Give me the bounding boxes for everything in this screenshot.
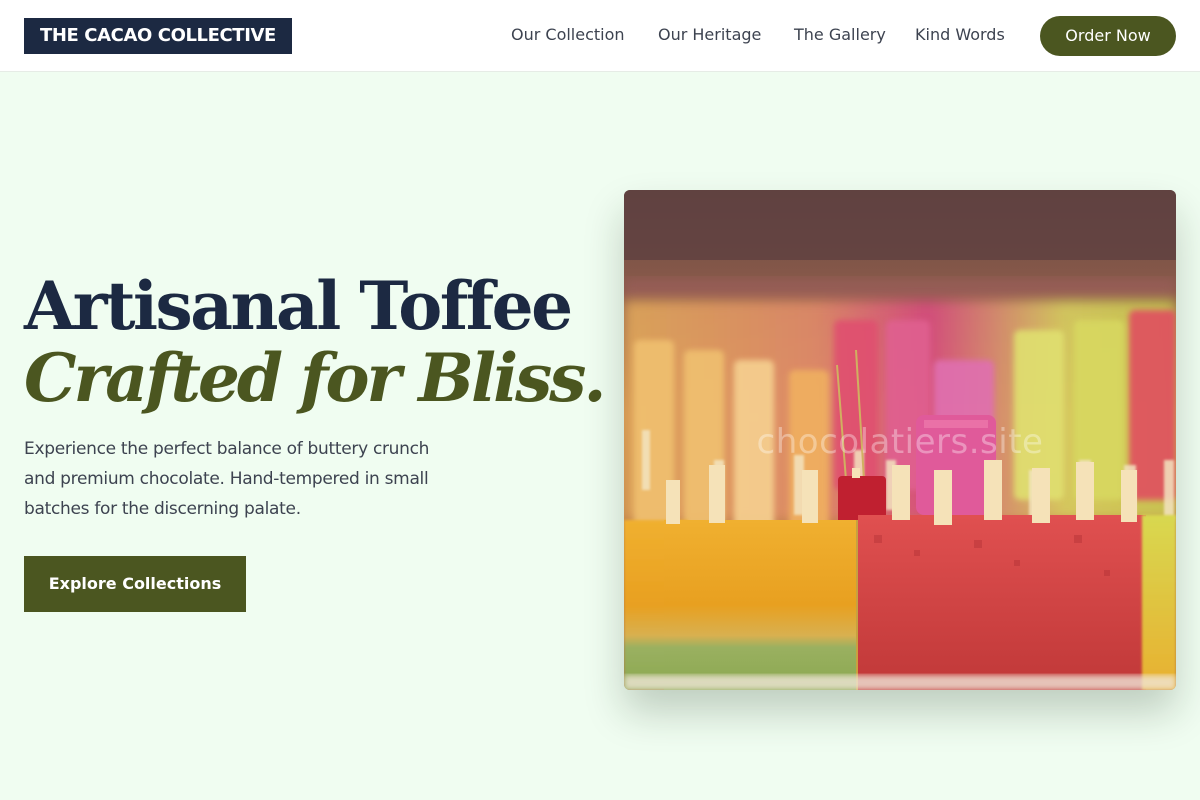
nav-link-our-collection[interactable]: Our Collection bbox=[511, 24, 625, 46]
nav-link-our-heritage[interactable]: Our Heritage bbox=[658, 24, 761, 46]
brand-logo[interactable]: THE CACAO COLLECTIVE bbox=[24, 18, 292, 54]
hero-title-accent: Crafted for Bliss. bbox=[24, 339, 606, 417]
hero-description-line: Experience the perfect balance of butter… bbox=[24, 439, 430, 459]
hero-title: Artisanal Toffee bbox=[24, 267, 573, 345]
order-now-button[interactable]: Order Now bbox=[1040, 16, 1176, 56]
hero-description: Experience the perfect balance of butter… bbox=[24, 434, 494, 524]
nav-link-kind-words[interactable]: Kind Words bbox=[915, 24, 1005, 46]
hero-description-line: and premium chocolate. Hand-tempered in … bbox=[24, 469, 429, 489]
image-watermark: chocolatiers.site bbox=[756, 422, 1044, 462]
hero-image-popsicles: chocolatiers.site bbox=[624, 190, 1176, 690]
top-navbar: THE CACAO COLLECTIVE Our Collection Our … bbox=[0, 0, 1200, 72]
hero-description-line: batches for the discerning palate. bbox=[24, 499, 301, 519]
explore-collections-button[interactable]: Explore Collections bbox=[24, 556, 246, 612]
nav-link-the-gallery[interactable]: The Gallery bbox=[794, 24, 886, 46]
